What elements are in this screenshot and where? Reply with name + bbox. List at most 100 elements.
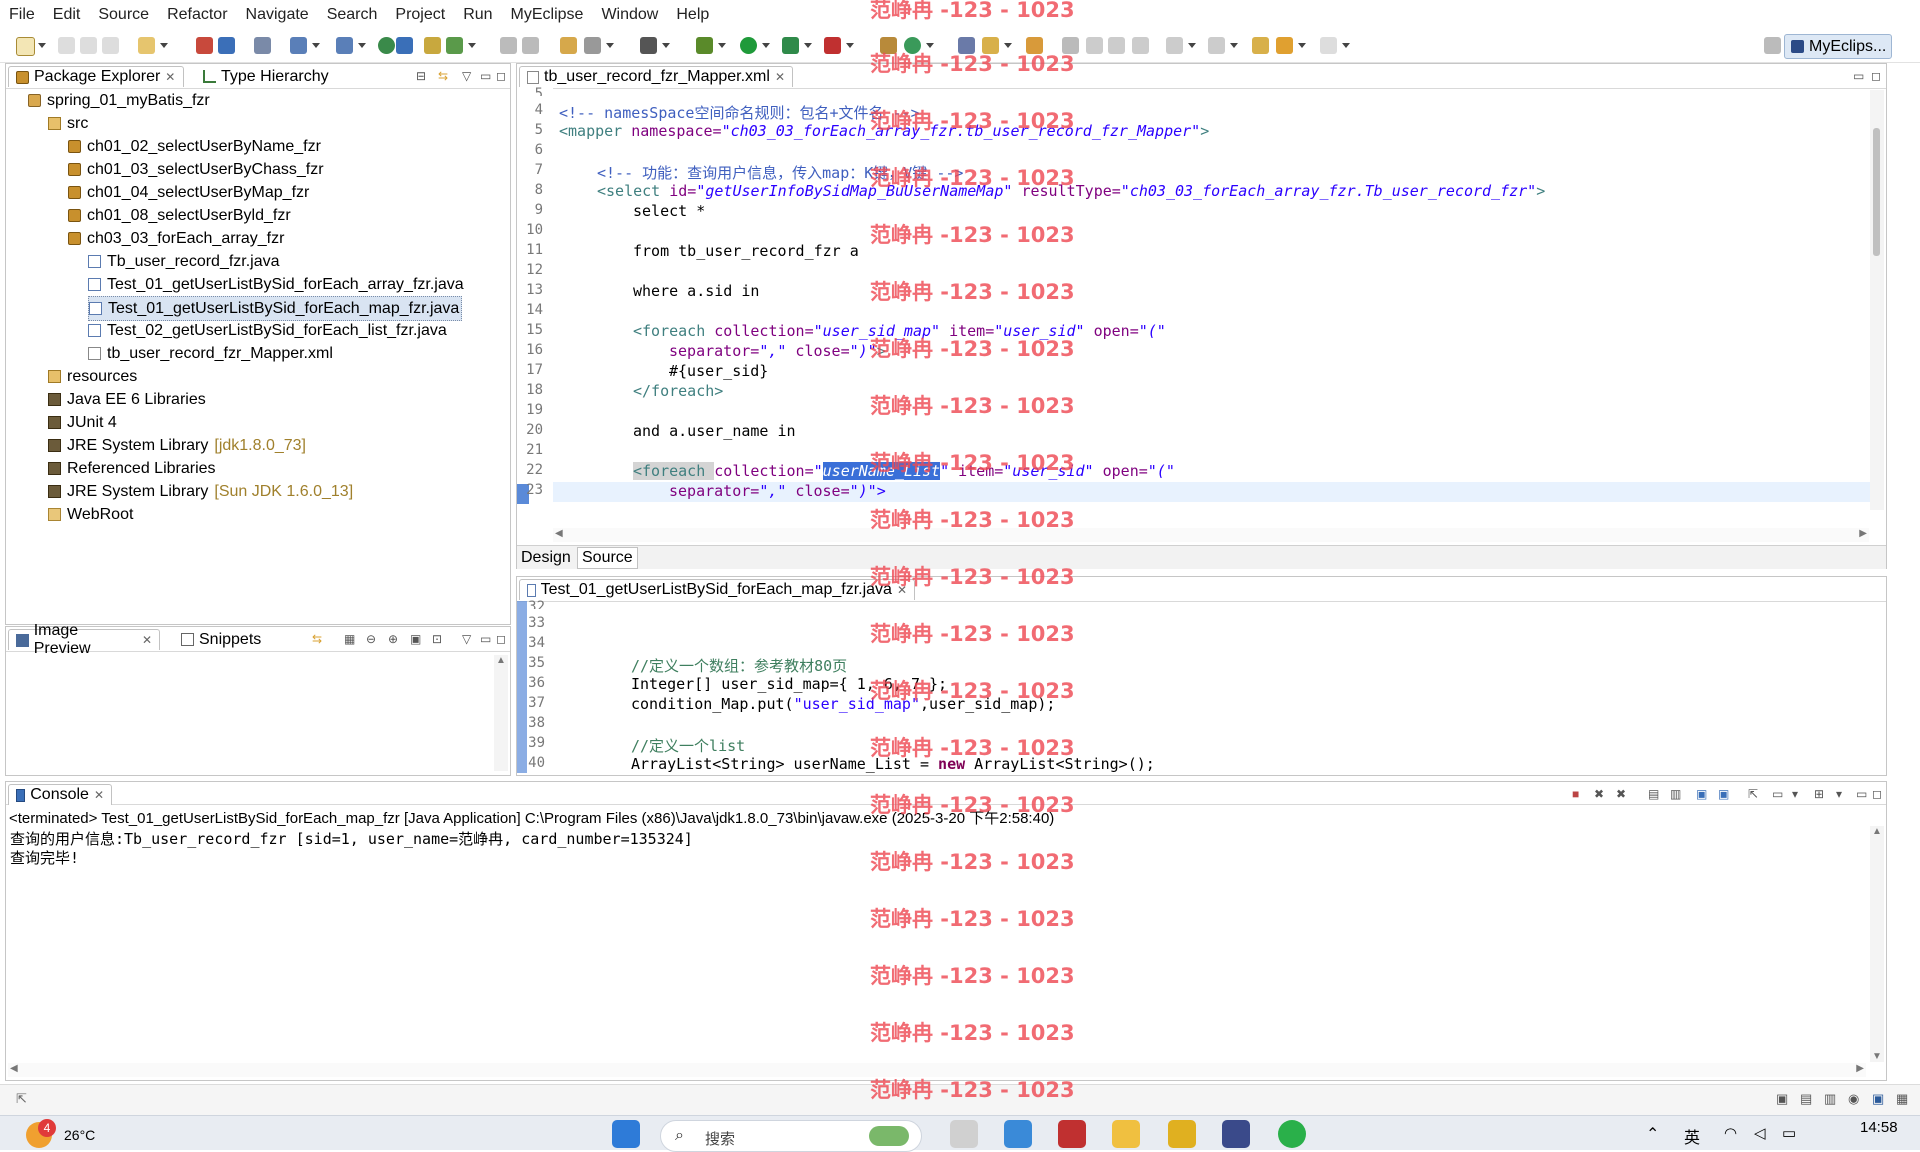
external-tools-icon[interactable] [824,37,841,54]
status-tool-icon[interactable]: ▤ [1800,1091,1812,1107]
wizard-icon[interactable] [290,37,307,54]
maximize-icon[interactable]: ◻ [496,69,506,83]
minimize-icon[interactable]: ▭ [1853,69,1864,83]
open-perspective-icon[interactable] [1764,37,1781,54]
tree-item-package[interactable]: ch01_02_selectUserByName_fzr [68,135,321,158]
run-icon[interactable] [740,37,757,54]
scroll-up-icon[interactable]: ▲ [1872,826,1882,837]
chevron-down-icon[interactable] [804,43,812,48]
tab-source[interactable]: Source [577,547,638,569]
tree-item-package[interactable]: ch03_03_forEach_array_fzr [68,227,284,250]
mark-icon[interactable] [1086,37,1103,54]
menu-run[interactable]: Run [454,6,501,24]
scroll-left-icon[interactable]: ◀ [10,1063,18,1074]
scroll-down-icon[interactable]: ▼ [1872,1051,1882,1062]
menu-source[interactable]: Source [89,6,158,24]
show-stdout-icon[interactable]: ▣ [1696,787,1707,801]
new-project-icon[interactable] [138,37,155,54]
scroll-lock-icon[interactable]: ▥ [1670,787,1681,801]
save-icon[interactable] [58,37,75,54]
menu-project[interactable]: Project [386,6,454,24]
link-editor-icon[interactable]: ⇆ [438,69,448,83]
horizontal-scrollbar[interactable]: ◀ ▶ [553,528,1869,542]
browser-icon[interactable] [378,37,395,54]
tab-design[interactable]: Design [521,549,571,567]
chevron-down-icon[interactable] [718,43,726,48]
status-tool-icon[interactable]: ◉ [1848,1091,1859,1107]
tree-item-package[interactable]: ch01_08_selectUserByld_fzr [68,204,291,227]
wifi-icon[interactable]: ◠ [1724,1124,1737,1142]
tab-console[interactable]: Console ✕ [8,784,112,805]
db-icon[interactable] [254,37,271,54]
chevron-down-icon[interactable] [312,43,320,48]
status-tool-icon[interactable]: ▣ [1776,1091,1788,1107]
chevron-down-icon[interactable] [160,43,168,48]
tab-test-java[interactable]: Test_01_getUserListBySid_forEach_map_fzr… [519,579,915,600]
actual-size-icon[interactable]: ▣ [410,632,421,646]
view-menu-icon[interactable]: ▽ [462,632,471,646]
tree-item-library[interactable]: Java EE 6 Libraries [48,388,206,411]
forward-history-icon[interactable] [522,37,539,54]
collapse-all-icon[interactable]: ⊟ [416,69,426,83]
task-icon[interactable] [560,37,577,54]
tree-item-file[interactable]: tb_user_record_fzr_Mapper.xml [88,342,333,365]
status-tool-icon[interactable]: ▥ [1824,1091,1836,1107]
tree-item-src[interactable]: src [48,112,88,135]
zoom-in-icon[interactable]: ⊕ [388,632,398,646]
chevron-down-icon[interactable] [1342,43,1350,48]
app-icon[interactable] [1058,1120,1086,1148]
app-icon[interactable] [1168,1120,1196,1148]
tree-item-file[interactable]: Test_02_getUserListBySid_forEach_list_fz… [88,319,447,342]
open-type-icon[interactable] [336,37,353,54]
tab-mapper-xml[interactable]: tb_user_record_fzr_Mapper.xml ✕ [519,66,793,87]
scroll-right-icon[interactable]: ▶ [1856,1063,1864,1074]
coverage-icon[interactable] [782,37,799,54]
status-tool-icon[interactable]: ▣ [1872,1091,1884,1107]
tree-item-library[interactable]: JRE System Library [jdk1.8.0_73] [48,434,306,457]
chevron-down-icon[interactable] [762,43,770,48]
show-stderr-icon[interactable]: ▣ [1718,787,1729,801]
close-icon[interactable]: ✕ [165,70,175,84]
chevron-down-icon[interactable] [468,43,476,48]
globe-icon[interactable] [396,37,413,54]
back-icon[interactable] [1276,37,1293,54]
team-icon[interactable] [424,37,441,54]
tree-item-package[interactable]: ch01_03_selectUserByChass_fzr [68,158,324,181]
next-annotation-icon[interactable] [1166,37,1183,54]
clock-time[interactable]: 14:58 [1860,1119,1898,1136]
chevron-down-icon[interactable]: ▾ [1792,787,1798,801]
menu-window[interactable]: Window [592,6,667,24]
task-view-icon[interactable] [950,1120,978,1148]
tree-item-folder[interactable]: WebRoot [48,503,133,526]
monitor-icon[interactable] [640,37,657,54]
open-console-icon[interactable]: ⊞ [1814,787,1824,801]
perspective-switcher[interactable]: MyEclips... [1784,34,1892,59]
minimize-icon[interactable]: ▭ [480,69,491,83]
pin-console-icon[interactable]: ⇱ [1748,787,1758,801]
last-edit-icon[interactable] [1252,37,1269,54]
tree-item-file[interactable]: Tb_user_record_fzr.java [88,250,280,273]
terminate-icon[interactable]: ■ [1572,787,1579,801]
show-whitespace-icon[interactable] [1132,37,1149,54]
forward-icon[interactable] [1320,37,1337,54]
tree-item-package[interactable]: ch01_04_selectUserByMap_fzr [68,181,309,204]
vertical-scrollbar[interactable]: ▲ ▼ [1870,826,1884,1062]
scroll-left-icon[interactable]: ◀ [555,528,563,539]
wechat-icon[interactable] [1278,1120,1306,1148]
maximize-icon[interactable]: ◻ [1871,69,1881,83]
tree-item-file[interactable]: Test_01_getUserListBySid_forEach_array_f… [88,273,464,296]
fit-icon[interactable]: ⊡ [432,632,442,646]
tab-type-hierarchy[interactable]: Type Hierarchy [196,66,336,87]
chevron-down-icon[interactable] [846,43,854,48]
tab-package-explorer[interactable]: Package Explorer ✕ [8,66,184,87]
chevron-down-icon[interactable] [606,43,614,48]
close-icon[interactable]: ✕ [775,70,785,84]
app-icon[interactable] [1004,1120,1032,1148]
file-explorer-icon[interactable] [1112,1120,1140,1148]
remove-launch-icon[interactable]: ✖ [1594,787,1604,801]
remove-all-icon[interactable]: ✖ [1616,787,1626,801]
menu-help[interactable]: Help [667,6,718,24]
scrollbar-thumb[interactable] [1873,128,1880,256]
close-icon[interactable]: ✕ [142,633,152,647]
vertical-scrollbar[interactable]: ▲ [494,655,508,771]
